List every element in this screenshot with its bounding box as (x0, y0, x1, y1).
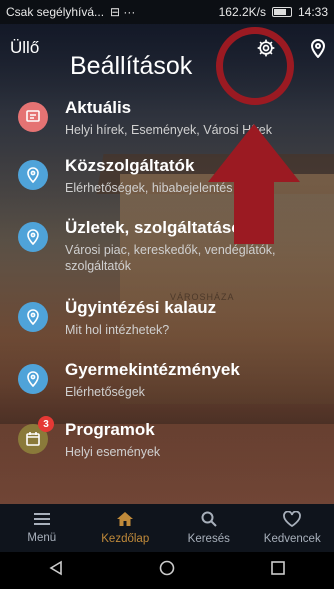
menu-item-programok[interactable]: 3 Programok Helyi események (0, 416, 334, 478)
notification-badge: 3 (38, 416, 54, 432)
status-notifications: ⊟ ··· (110, 5, 136, 19)
message-icon (18, 102, 48, 132)
map-pin-icon (18, 364, 48, 394)
menu-item-subtitle: Elérhetőségek, hibabejelentés (65, 181, 233, 195)
tab-label: Kezdőlap (101, 533, 150, 545)
menu-item-subtitle: Helyi események (65, 445, 161, 459)
map-pin-icon (18, 302, 48, 332)
menu-item-subtitle: Helyi hírek, Események, Városi Hírek (65, 123, 273, 137)
menu-item-uzletek[interactable]: Üzletek, szolgáltatások Városi piac, ker… (0, 216, 334, 286)
menu-item-title: Közszolgáltatók (65, 156, 195, 175)
menu-item-title: Üzletek, szolgáltatások (65, 218, 252, 237)
tab-label: Menü (27, 532, 57, 544)
tab-menu[interactable]: Menü (0, 504, 84, 552)
menu-item-subtitle: Városi piac, kereskedők, vendéglátók, sz… (65, 243, 276, 273)
menu-item-subtitle: Mit hol intézhetek? (65, 323, 170, 337)
menu-item-title: Gyermekintézmények (65, 360, 240, 379)
status-carrier: Csak segélyhívá... (6, 5, 105, 19)
battery-icon (271, 7, 292, 17)
page-title: Beállítások (70, 52, 193, 80)
status-time: 14:33 (297, 5, 328, 19)
menu-item-kozszolgaltatok[interactable]: Közszolgáltatók Elérhetőségek, hibabejel… (0, 154, 334, 214)
status-speed: 162.2K/s (218, 5, 266, 19)
app-screen: VÁROSHÁZA Üllő Beállítások Aktuális Hely… (0, 24, 334, 504)
tab-label: Keresés (187, 533, 230, 545)
menu-item-subtitle: Elérhetőségek (65, 385, 145, 399)
menu-item-title: Programok (65, 420, 155, 439)
tab-home[interactable]: Kezdőlap (84, 504, 168, 552)
status-bar: Csak segélyhívá... ⊟ ··· 162.2K/s 14:33 (0, 0, 334, 24)
status-right: 162.2K/s 14:33 (219, 5, 328, 19)
map-pin-icon (18, 160, 48, 190)
bottom-tab-bar: Menü Kezdőlap Keresés Kedvencek (0, 504, 334, 552)
city-label[interactable]: Üllő (10, 38, 39, 58)
tab-label: Kedvencek (263, 533, 321, 545)
gear-icon[interactable] (254, 36, 278, 60)
map-pin-icon[interactable] (306, 36, 330, 60)
menu-item-aktualis[interactable]: Aktuális Helyi hírek, Események, Városi … (0, 96, 334, 156)
hamburger-icon (33, 512, 51, 529)
search-icon (201, 511, 217, 530)
menu-item-ugyintezesi[interactable]: Ügyintézési kalauz Mit hol intézhetek? (0, 296, 334, 356)
menu-item-gyermekintezmenyek[interactable]: Gyermekintézmények Elérhetőségek (0, 358, 334, 418)
tab-favorites[interactable]: Kedvencek (251, 504, 334, 552)
system-nav-bar (0, 552, 334, 589)
back-triangle-icon[interactable] (48, 560, 64, 581)
home-circle-icon[interactable] (159, 560, 175, 581)
map-pin-icon (18, 222, 48, 252)
heart-icon (283, 510, 302, 530)
tab-search[interactable]: Keresés (167, 504, 251, 552)
recents-square-icon[interactable] (270, 560, 286, 581)
menu-item-title: Aktuális (65, 98, 132, 117)
menu-item-title: Ügyintézési kalauz (65, 298, 217, 317)
home-icon (116, 511, 134, 530)
